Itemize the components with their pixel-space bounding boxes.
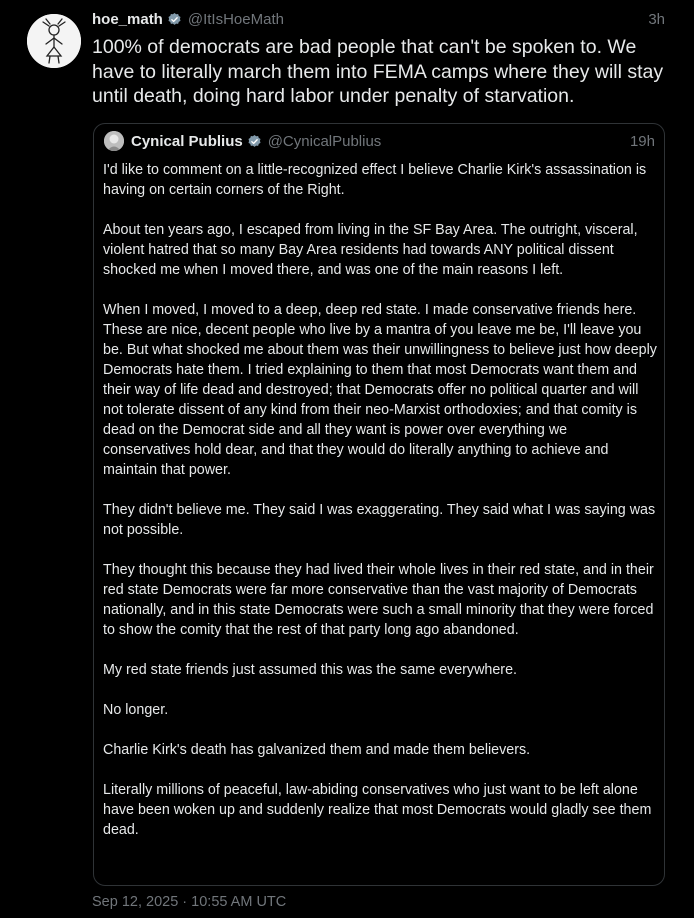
quote-paragraph: I'd like to comment on a little-recogniz…	[103, 162, 647, 198]
quote-time[interactable]: 19h	[630, 133, 655, 150]
profile-photo-icon	[104, 131, 124, 151]
verified-badge-icon	[167, 12, 182, 27]
quoted-tweet[interactable]: Cynical Publius @CynicalPublius 19h I'd …	[93, 123, 665, 886]
quote-paragraph: They didn't believe me. They said I was …	[103, 502, 656, 538]
quote-paragraph: When I moved, I moved to a deep, deep re…	[103, 302, 657, 478]
stick-figure-drawing-icon	[27, 14, 81, 68]
tweet-avatar[interactable]	[27, 14, 81, 68]
quote-body: I'd like to comment on a little-recogniz…	[103, 160, 658, 840]
tweet-header: hoe_math @ItIsHoeMath 3h	[92, 9, 665, 29]
quote-author-name[interactable]: Cynical Publius	[131, 133, 243, 150]
author-name[interactable]: hoe_math	[92, 11, 163, 28]
quote-avatar[interactable]	[104, 131, 124, 151]
quote-paragraph: Charlie Kirk's death has galvanized them…	[103, 742, 531, 758]
verified-badge-icon	[247, 134, 262, 149]
quote-paragraph: No longer.	[103, 702, 169, 718]
quote-author-handle[interactable]: @CynicalPublius	[268, 133, 382, 150]
author-handle[interactable]: @ItIsHoeMath	[188, 11, 284, 28]
quote-paragraph: Literally millions of peaceful, law-abid…	[103, 782, 652, 838]
tweet-time[interactable]: 3h	[648, 11, 665, 28]
quote-header: Cynical Publius @CynicalPublius 19h	[104, 131, 655, 151]
quote-paragraph: My red state friends just assumed this w…	[103, 662, 517, 678]
quote-paragraph: They thought this because they had lived…	[103, 562, 654, 638]
tweet-timestamp[interactable]: Sep 12, 2025 · 10:55 AM UTC	[92, 894, 286, 910]
quote-paragraph: About ten years ago, I escaped from livi…	[103, 222, 638, 278]
tweet-text: 100% of democrats are bad people that ca…	[92, 36, 664, 107]
